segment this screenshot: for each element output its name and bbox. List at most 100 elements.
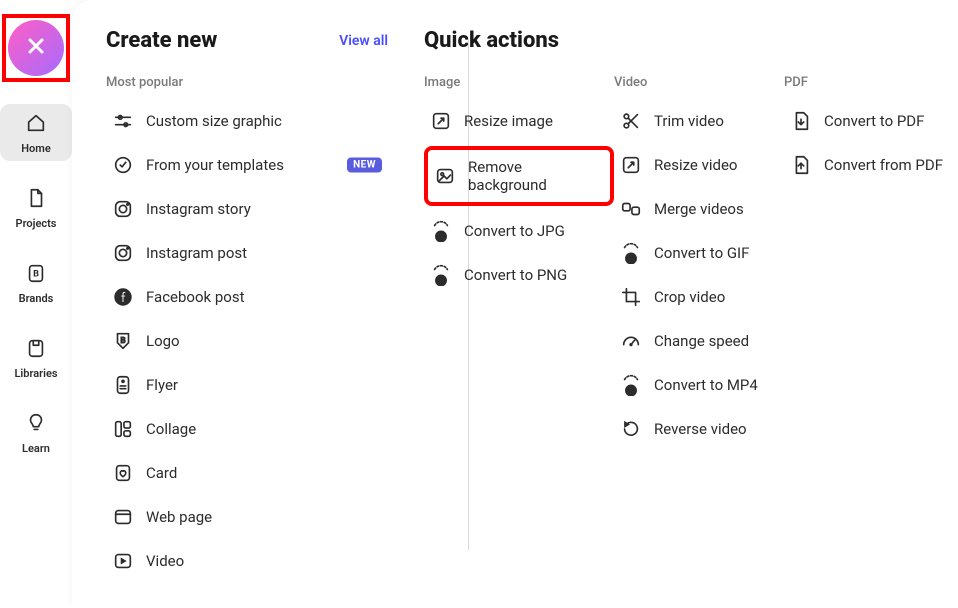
- item-label: Convert from PDF: [824, 156, 943, 174]
- item-crop-video[interactable]: Crop video: [614, 278, 784, 316]
- lightbulb-icon: [25, 412, 47, 438]
- item-label: Convert to GIF: [654, 244, 749, 262]
- item-label: Instagram story: [146, 200, 251, 218]
- item-convert-to-mp4[interactable]: Convert to MP4: [614, 366, 784, 404]
- convert-jpg-icon: [430, 220, 452, 242]
- item-label: Custom size graphic: [146, 112, 282, 130]
- sidebar-item-label: Projects: [16, 217, 57, 230]
- item-change-speed[interactable]: Change speed: [614, 322, 784, 360]
- item-flyer[interactable]: Flyer: [106, 366, 388, 404]
- quick-col-pdf: PDF Convert to PDF Convert f: [784, 75, 954, 448]
- to-pdf-icon: [790, 110, 812, 132]
- sidebar-item-projects[interactable]: Projects: [0, 179, 72, 236]
- item-label: Logo: [146, 332, 180, 350]
- svg-text:B: B: [120, 336, 125, 346]
- item-label: Merge videos: [654, 200, 744, 218]
- most-popular-subheading: Most popular: [106, 75, 388, 90]
- collage-icon: [112, 418, 134, 440]
- item-facebook-post[interactable]: Facebook post: [106, 278, 388, 316]
- sidebar-item-learn[interactable]: Learn: [0, 404, 72, 461]
- view-all-link[interactable]: View all: [339, 33, 388, 49]
- item-label: Resize image: [464, 112, 553, 130]
- item-from-your-templates[interactable]: From your templates NEW: [106, 146, 388, 184]
- create-item-list: Custom size graphic From your templates …: [106, 102, 388, 580]
- item-resize-image[interactable]: Resize image: [424, 102, 614, 140]
- item-remove-background[interactable]: Remove background: [424, 146, 614, 206]
- flyer-icon: [112, 374, 134, 396]
- item-resize-video[interactable]: Resize video: [614, 146, 784, 184]
- sidebar-item-label: Libraries: [14, 367, 57, 380]
- templates-icon: [112, 154, 134, 176]
- convert-mp4-icon: [620, 374, 642, 396]
- item-label: Trim video: [654, 112, 724, 130]
- item-trim-video[interactable]: Trim video: [614, 102, 784, 140]
- item-logo[interactable]: B Logo: [106, 322, 388, 360]
- item-instagram-post[interactable]: Instagram post: [106, 234, 388, 272]
- item-label: Change speed: [654, 332, 749, 350]
- item-convert-to-png[interactable]: Convert to PNG: [424, 256, 614, 294]
- column-label-video: Video: [614, 75, 784, 90]
- item-instagram-story[interactable]: Instagram story: [106, 190, 388, 228]
- sidebar-item-label: Brands: [19, 292, 54, 305]
- scissors-icon: [620, 110, 642, 132]
- item-convert-to-gif[interactable]: Convert to GIF: [614, 234, 784, 272]
- sidebar-item-brands[interactable]: B Brands: [0, 254, 72, 311]
- instagram-icon: [112, 198, 134, 220]
- column-label-image: Image: [424, 75, 614, 90]
- highlight-create-button: [2, 14, 70, 82]
- create-button[interactable]: [8, 20, 64, 76]
- brand-icon: B: [25, 262, 47, 288]
- card-icon: [112, 462, 134, 484]
- sidebar-item-label: Home: [21, 142, 51, 155]
- item-label: Resize video: [654, 156, 737, 174]
- item-label: Remove background: [468, 158, 604, 194]
- create-new-heading: Create new: [106, 28, 217, 53]
- video-play-icon: [112, 550, 134, 572]
- item-label: Collage: [146, 420, 196, 438]
- item-label: Convert to JPG: [464, 222, 565, 240]
- item-label: Convert to PDF: [824, 112, 924, 130]
- sidebar-item-libraries[interactable]: Libraries: [0, 329, 72, 386]
- sidebar-item-home[interactable]: Home: [0, 104, 72, 161]
- crop-icon: [620, 286, 642, 308]
- item-web-page[interactable]: Web page: [106, 498, 388, 536]
- quick-actions-heading: Quick actions: [424, 28, 559, 53]
- item-card[interactable]: Card: [106, 454, 388, 492]
- item-label: From your templates: [146, 156, 284, 174]
- facebook-icon: [112, 286, 134, 308]
- remove-bg-icon: [434, 165, 456, 187]
- quick-col-image: Image Resize image Remove ba: [424, 75, 614, 448]
- item-custom-size-graphic[interactable]: Custom size graphic: [106, 102, 388, 140]
- home-icon: [25, 112, 47, 138]
- resize-video-icon: [620, 154, 642, 176]
- convert-gif-icon: [620, 242, 642, 264]
- item-video[interactable]: Video: [106, 542, 388, 580]
- item-convert-to-pdf[interactable]: Convert to PDF: [784, 102, 954, 140]
- close-icon: [24, 34, 48, 62]
- item-label: Web page: [146, 508, 212, 526]
- item-convert-to-jpg[interactable]: Convert to JPG: [424, 212, 614, 250]
- item-label: Crop video: [654, 288, 725, 306]
- webpage-icon: [112, 506, 134, 528]
- item-label: Facebook post: [146, 288, 245, 306]
- speed-icon: [620, 330, 642, 352]
- file-icon: [25, 187, 47, 213]
- quick-actions-section: Quick actions Image Resize image: [424, 28, 954, 588]
- item-label: Flyer: [146, 376, 178, 394]
- item-label: Convert to PNG: [464, 266, 567, 284]
- convert-png-icon: [430, 264, 452, 286]
- sidebar: Home Projects B Brands Libraries Learn: [0, 0, 72, 608]
- item-label: Card: [146, 464, 177, 482]
- sliders-icon: [112, 110, 134, 132]
- column-label-pdf: PDF: [784, 75, 954, 90]
- item-label: Instagram post: [146, 244, 247, 262]
- new-badge: NEW: [347, 158, 382, 173]
- item-merge-videos[interactable]: Merge videos: [614, 190, 784, 228]
- item-convert-from-pdf[interactable]: Convert from PDF: [784, 146, 954, 184]
- svg-text:B: B: [33, 270, 39, 280]
- item-collage[interactable]: Collage: [106, 410, 388, 448]
- create-new-section: Create new View all Most popular Custom …: [106, 28, 388, 588]
- reverse-icon: [620, 418, 642, 440]
- item-reverse-video[interactable]: Reverse video: [614, 410, 784, 448]
- quick-col-video: Video Trim video Resize vide: [614, 75, 784, 448]
